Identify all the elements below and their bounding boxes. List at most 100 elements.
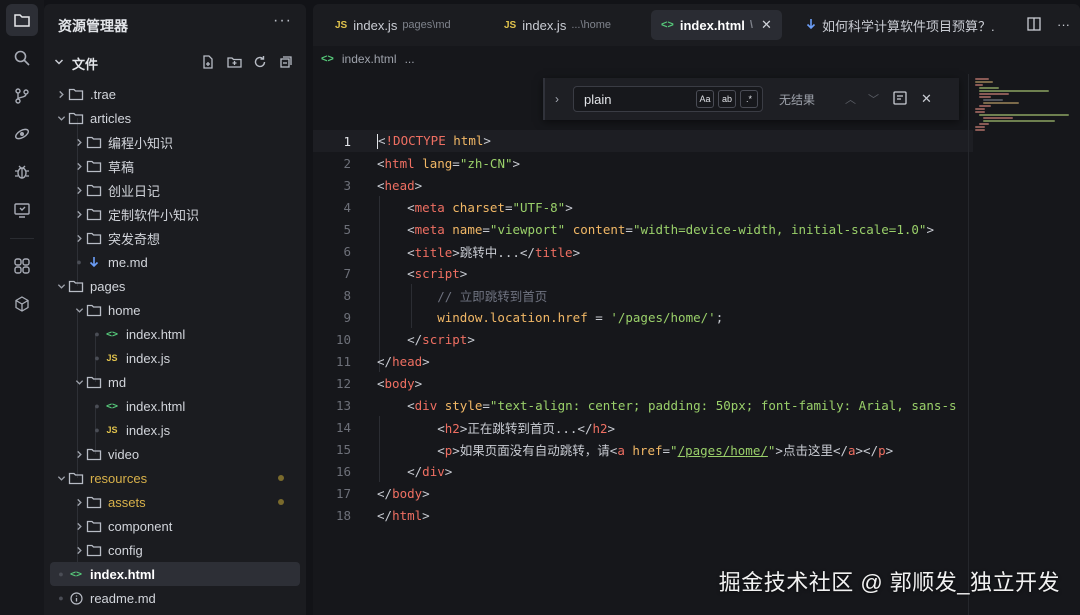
- run-preview-icon[interactable]: [6, 194, 38, 226]
- split-editor-icon[interactable]: [1027, 17, 1041, 34]
- chevron-right-icon: [72, 210, 86, 219]
- tab-bar: JS index.js pages\md JS index.js ...\hom…: [313, 4, 1080, 46]
- breadcrumb-file[interactable]: index.html: [342, 52, 397, 66]
- tree-folder-item[interactable]: resources: [50, 466, 300, 490]
- activity-bar: [0, 0, 44, 615]
- tree-file-item[interactable]: ● <> index.html: [50, 394, 300, 418]
- tab-markdown-article[interactable]: 如何科学计算软件项目预算？.: [806, 10, 995, 40]
- tree-item-label: index.html: [126, 398, 186, 414]
- tree-file-item[interactable]: ● JS index.js: [50, 346, 300, 370]
- find-in-selection-icon[interactable]: [893, 90, 907, 108]
- more-actions-icon[interactable]: ···: [273, 12, 292, 30]
- remote-icon[interactable]: [6, 118, 38, 150]
- tree-folder-item[interactable]: config: [50, 538, 300, 562]
- code-line: 7 <script>: [343, 265, 468, 281]
- tree-folder-item[interactable]: 突发奇想: [50, 226, 300, 250]
- minimap[interactable]: [968, 74, 1080, 615]
- js-file-icon: JS: [504, 19, 517, 31]
- code-line: 9 window.location.href = '/pages/home/';: [343, 309, 724, 325]
- modified-indicator: [278, 475, 284, 481]
- tree-folder-item[interactable]: .trae: [50, 82, 300, 106]
- tree-folder-item[interactable]: home: [50, 298, 300, 322]
- tab-label: index.js: [353, 17, 398, 33]
- explorer-actions: [200, 54, 294, 70]
- js-file-icon: JS: [106, 425, 118, 435]
- tab-home-index-js[interactable]: JS index.js ...\home: [504, 10, 611, 40]
- tab-path: ...\home: [571, 19, 612, 31]
- tree-folder-item[interactable]: 创业日记: [50, 178, 300, 202]
- regex-toggle[interactable]: .*: [740, 90, 758, 108]
- folder-icon: [86, 494, 102, 510]
- tree-item-label: index.js: [126, 422, 171, 438]
- tree-item-label: 定制软件小知识: [108, 207, 200, 223]
- chevron-right-icon: [72, 498, 86, 507]
- tree-file-item[interactable]: ● JS index.js: [50, 418, 300, 442]
- activity-separator: [10, 238, 34, 239]
- tree-file-item[interactable]: ● readme.md: [50, 586, 300, 610]
- previous-match-icon[interactable]: ︿: [845, 91, 856, 107]
- cube-icon[interactable]: [6, 288, 38, 320]
- chevron-right-icon: [72, 138, 86, 147]
- toggle-replace-chevron-icon[interactable]: ›: [545, 92, 569, 106]
- code-line: 18 </html>: [335, 507, 430, 523]
- chevron-right-icon: [72, 186, 86, 195]
- tab-label: index.js: [522, 17, 567, 33]
- tab-label: index.html: [679, 17, 745, 33]
- file-tree: .trae articles 编程小知识草稿创业日记定制软件小知识突发奇想 ● me.m…: [50, 82, 300, 610]
- tree-folder-item[interactable]: component: [50, 514, 300, 538]
- debug-icon[interactable]: [6, 156, 38, 188]
- tree-file-item[interactable]: ● <> index.html: [50, 562, 300, 586]
- tree-item-label: home: [108, 302, 141, 318]
- explorer-icon[interactable]: [6, 4, 38, 36]
- tree-item-label: 草稿: [108, 159, 135, 175]
- chevron-right-icon: [72, 522, 86, 531]
- folder-icon: [68, 278, 84, 294]
- tab-md-index-js[interactable]: JS index.js pages\md: [335, 10, 451, 40]
- extensions-icon[interactable]: [6, 250, 38, 282]
- tab-index-html[interactable]: <> index.html \ ✕: [651, 10, 782, 40]
- next-match-icon[interactable]: ﹀: [868, 91, 879, 107]
- collapse-all-icon[interactable]: [278, 54, 294, 70]
- folder-icon: [68, 86, 84, 102]
- find-query: plain: [584, 91, 612, 107]
- tree-item-label: .trae: [90, 86, 117, 102]
- close-icon[interactable]: ✕: [761, 17, 772, 33]
- chevron-right-icon: [72, 234, 86, 243]
- code-editor[interactable]: 1 <!DOCTYPE html> 2 <html lang="zh-CN"> 3 <…: [313, 130, 973, 526]
- tree-folder-item[interactable]: 定制软件小知识: [50, 202, 300, 226]
- tab-label: 如何科学计算软件项目预算？.: [822, 18, 995, 34]
- search-icon[interactable]: [6, 42, 38, 74]
- folder-icon: [86, 134, 102, 150]
- refresh-icon[interactable]: [252, 54, 268, 70]
- tree-folder-item[interactable]: video: [50, 442, 300, 466]
- tree-file-item[interactable]: ● <> index.html: [50, 322, 300, 346]
- tree-folder-item[interactable]: pages: [50, 274, 300, 298]
- new-folder-icon[interactable]: [226, 54, 242, 70]
- tree-item-label: readme.md: [90, 590, 156, 606]
- tree-item-label: assets: [108, 494, 146, 510]
- markdown-file-icon: [86, 254, 102, 270]
- tree-item-label: video: [108, 446, 140, 462]
- code-line: 16 </div>: [335, 463, 453, 479]
- breadcrumb-rest[interactable]: ...: [405, 52, 415, 66]
- match-word-toggle[interactable]: ab: [718, 90, 736, 108]
- tree-folder-item[interactable]: md: [50, 370, 300, 394]
- info-icon: [68, 590, 84, 606]
- close-find-icon[interactable]: ✕: [921, 91, 932, 107]
- tree-file-item[interactable]: ● me.md: [50, 250, 300, 274]
- html-file-icon: <>: [105, 400, 119, 412]
- more-actions-icon[interactable]: ···: [1057, 17, 1070, 34]
- tab-bar-actions: ···: [1027, 17, 1070, 34]
- match-case-toggle[interactable]: Aa: [696, 90, 714, 108]
- ide-window: 资源管理器 ··· 文件 .trae articles 编程小知识 草稿 创业日记 定制软…: [0, 0, 1080, 615]
- tree-folder-item[interactable]: articles: [50, 106, 300, 130]
- folder-icon: [86, 230, 102, 246]
- tree-item-label: articles: [90, 110, 132, 126]
- tree-folder-item[interactable]: 草稿: [50, 154, 300, 178]
- find-input[interactable]: plain Aa ab .*: [573, 86, 763, 112]
- new-file-icon[interactable]: [200, 54, 216, 70]
- tree-folder-item[interactable]: 编程小知识: [50, 130, 300, 154]
- find-navigation: ︿ ﹀: [845, 91, 879, 107]
- tree-folder-item[interactable]: assets: [50, 490, 300, 514]
- source-control-icon[interactable]: [6, 80, 38, 112]
